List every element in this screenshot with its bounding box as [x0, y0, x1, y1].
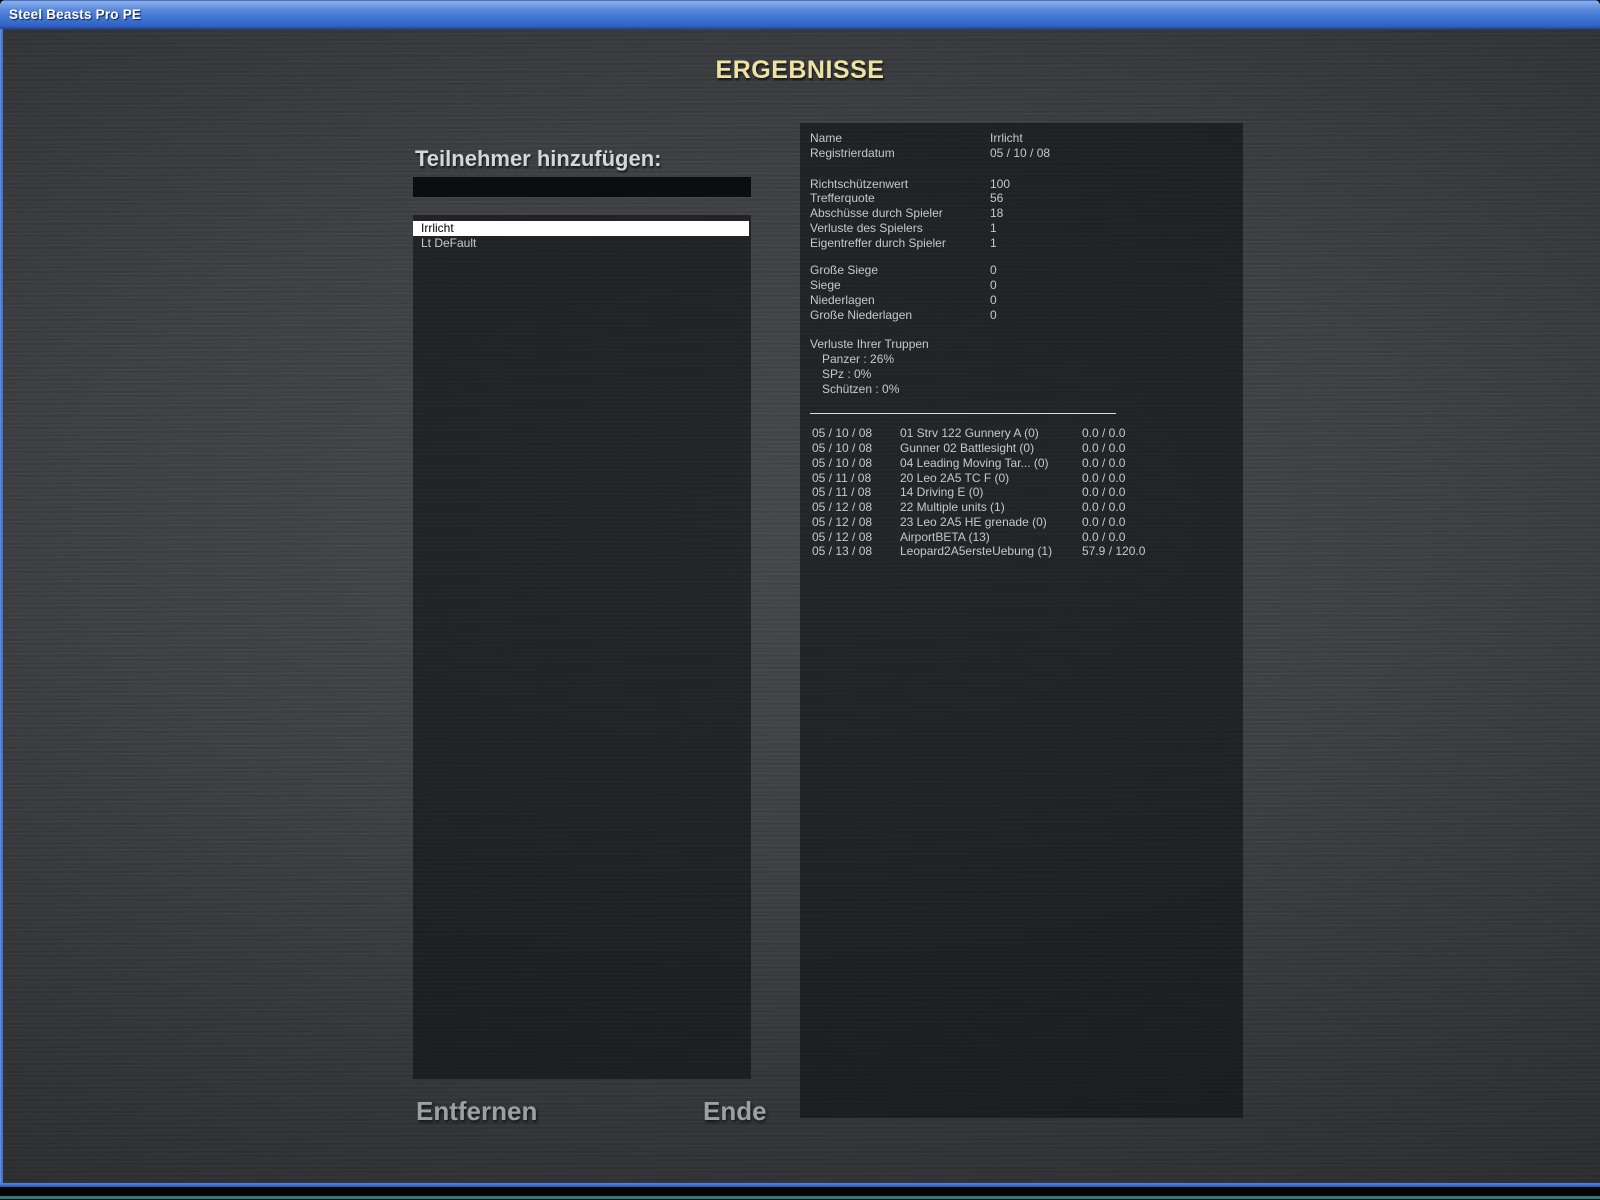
stats-panel: Name Irrlicht Registrierdatum 05 / 10 / …	[800, 123, 1243, 1118]
identity-block: Name Irrlicht Registrierdatum 05 / 10 / …	[810, 131, 1243, 161]
stat-label: Große Niederlagen	[810, 308, 912, 322]
mission-row: 05 / 12 / 08 22 Multiple units (1) 0.0 /…	[810, 500, 1243, 515]
stat-row: Verluste des Spielers 1	[810, 221, 1243, 236]
stat-row: Registrierdatum 05 / 10 / 08	[810, 146, 1243, 161]
stat-label: Niederlagen	[810, 293, 875, 307]
participant-listbox[interactable]: IrrlichtLt DeFault	[413, 215, 751, 1079]
divider-line	[810, 413, 1116, 414]
stat-value: 1	[990, 221, 997, 236]
participant-name-input[interactable]	[413, 177, 751, 197]
mission-score: 0.0 / 0.0	[1082, 530, 1125, 545]
mission-date: 05 / 13 / 08	[812, 544, 872, 559]
stat-row: Trefferquote 56	[810, 191, 1243, 206]
mission-date: 05 / 10 / 08	[812, 456, 872, 471]
stat-label: Eigentreffer durch Spieler	[810, 236, 946, 250]
stat-row: Große Niederlagen 0	[810, 308, 1243, 323]
remove-button[interactable]: Entfernen	[416, 1096, 537, 1127]
mission-name: AirportBETA (13)	[900, 530, 990, 545]
loss-item: Panzer : 26%	[810, 352, 1243, 367]
mission-name: 20 Leo 2A5 TC F (0)	[900, 471, 1009, 486]
mission-row: 05 / 12 / 08 AirportBETA (13) 0.0 / 0.0	[810, 530, 1243, 545]
end-button[interactable]: Ende	[703, 1096, 767, 1127]
stat-row: Name Irrlicht	[810, 131, 1243, 146]
mission-score: 0.0 / 0.0	[1082, 485, 1125, 500]
mission-row: 05 / 10 / 08 04 Leading Moving Tar... (0…	[810, 456, 1243, 471]
stat-label: Name	[810, 131, 842, 145]
troop-losses-heading: Verluste Ihrer Truppen	[810, 337, 1243, 352]
stat-row: Eigentreffer durch Spieler 1	[810, 236, 1243, 251]
mission-name: 23 Leo 2A5 HE grenade (0)	[900, 515, 1047, 530]
mission-name: 01 Strv 122 Gunnery A (0)	[900, 426, 1039, 441]
stat-value: 0	[990, 278, 997, 293]
mission-date: 05 / 10 / 08	[812, 426, 872, 441]
mission-date: 05 / 12 / 08	[812, 515, 872, 530]
mission-date: 05 / 11 / 08	[812, 471, 871, 486]
mission-row: 05 / 13 / 08 Leopard2A5ersteUebung (1) 5…	[810, 544, 1243, 559]
stat-row: Abschüsse durch Spieler 18	[810, 206, 1243, 221]
combat-stats-block: Richtschützenwert 100 Trefferquote 56 Ab…	[810, 177, 1243, 251]
window-title-text: Steel Beasts Pro PE	[9, 7, 141, 22]
stat-row: Siege 0	[810, 278, 1243, 293]
stat-value: 05 / 10 / 08	[990, 146, 1050, 161]
stat-value: 56	[990, 191, 1003, 206]
troop-losses-block: Verluste Ihrer Truppen Panzer : 26%SPz :…	[810, 337, 1243, 396]
window-border-left	[0, 29, 3, 1183]
stat-label: Richtschützenwert	[810, 177, 908, 191]
page-title: ERGEBNISSE	[0, 56, 1600, 85]
mission-date: 05 / 12 / 08	[812, 500, 872, 515]
stat-label: Siege	[810, 278, 841, 292]
mission-score: 0.0 / 0.0	[1082, 426, 1125, 441]
stat-value: 100	[990, 177, 1010, 192]
loss-item: Schützen : 0%	[810, 382, 1243, 397]
stat-label: Große Siege	[810, 263, 878, 277]
add-participant-heading: Teilnehmer hinzufügen:	[415, 146, 661, 172]
loss-item: SPz : 0%	[810, 367, 1243, 382]
mission-score: 0.0 / 0.0	[1082, 471, 1125, 486]
mission-name: 14 Driving E (0)	[900, 485, 983, 500]
participant-list-item[interactable]: Irrlicht	[413, 221, 749, 236]
stat-row: Niederlagen 0	[810, 293, 1243, 308]
record-block: Große Siege 0 Siege 0 Niederlagen 0 Groß…	[810, 263, 1243, 322]
window-titlebar[interactable]: Steel Beasts Pro PE	[0, 0, 1600, 29]
mission-name: Gunner 02 Battlesight (0)	[900, 441, 1034, 456]
stat-value: 0	[990, 308, 997, 323]
stat-label: Registrierdatum	[810, 146, 895, 160]
mission-date: 05 / 12 / 08	[812, 530, 872, 545]
stat-value: 18	[990, 206, 1003, 221]
mission-date: 05 / 10 / 08	[812, 441, 872, 456]
stat-label: Verluste des Spielers	[810, 221, 923, 235]
mission-name: 04 Leading Moving Tar... (0)	[900, 456, 1049, 471]
stat-value: 0	[990, 293, 997, 308]
stat-value: 0	[990, 263, 997, 278]
mission-score: 0.0 / 0.0	[1082, 500, 1125, 515]
participant-list-item[interactable]: Lt DeFault	[413, 236, 751, 251]
taskbar-edge-line	[0, 1196, 1600, 1199]
mission-name: 22 Multiple units (1)	[900, 500, 1005, 515]
app-window: Steel Beasts Pro PE ERGEBNISSE Teilnehme…	[0, 0, 1600, 1200]
mission-score: 0.0 / 0.0	[1082, 515, 1125, 530]
mission-row: 05 / 11 / 08 14 Driving E (0) 0.0 / 0.0	[810, 485, 1243, 500]
stat-value: 1	[990, 236, 997, 251]
stat-row: Große Siege 0	[810, 263, 1243, 278]
mission-row: 05 / 10 / 08 Gunner 02 Battlesight (0) 0…	[810, 441, 1243, 456]
bottom-strip	[0, 1187, 1600, 1200]
mission-row: 05 / 11 / 08 20 Leo 2A5 TC F (0) 0.0 / 0…	[810, 471, 1243, 486]
mission-name: Leopard2A5ersteUebung (1)	[900, 544, 1052, 559]
mission-score: 0.0 / 0.0	[1082, 456, 1125, 471]
missions-table: 05 / 10 / 08 01 Strv 122 Gunnery A (0) 0…	[810, 426, 1243, 559]
mission-row: 05 / 10 / 08 01 Strv 122 Gunnery A (0) 0…	[810, 426, 1243, 441]
stat-label: Abschüsse durch Spieler	[810, 206, 943, 220]
troop-losses-list: Panzer : 26%SPz : 0%Schützen : 0%	[810, 352, 1243, 396]
mission-row: 05 / 12 / 08 23 Leo 2A5 HE grenade (0) 0…	[810, 515, 1243, 530]
mission-score: 0.0 / 0.0	[1082, 441, 1125, 456]
mission-score: 57.9 / 120.0	[1082, 544, 1145, 559]
mission-date: 05 / 11 / 08	[812, 485, 871, 500]
stat-label: Trefferquote	[810, 191, 875, 205]
stat-value: Irrlicht	[990, 131, 1023, 146]
stat-row: Richtschützenwert 100	[810, 177, 1243, 192]
